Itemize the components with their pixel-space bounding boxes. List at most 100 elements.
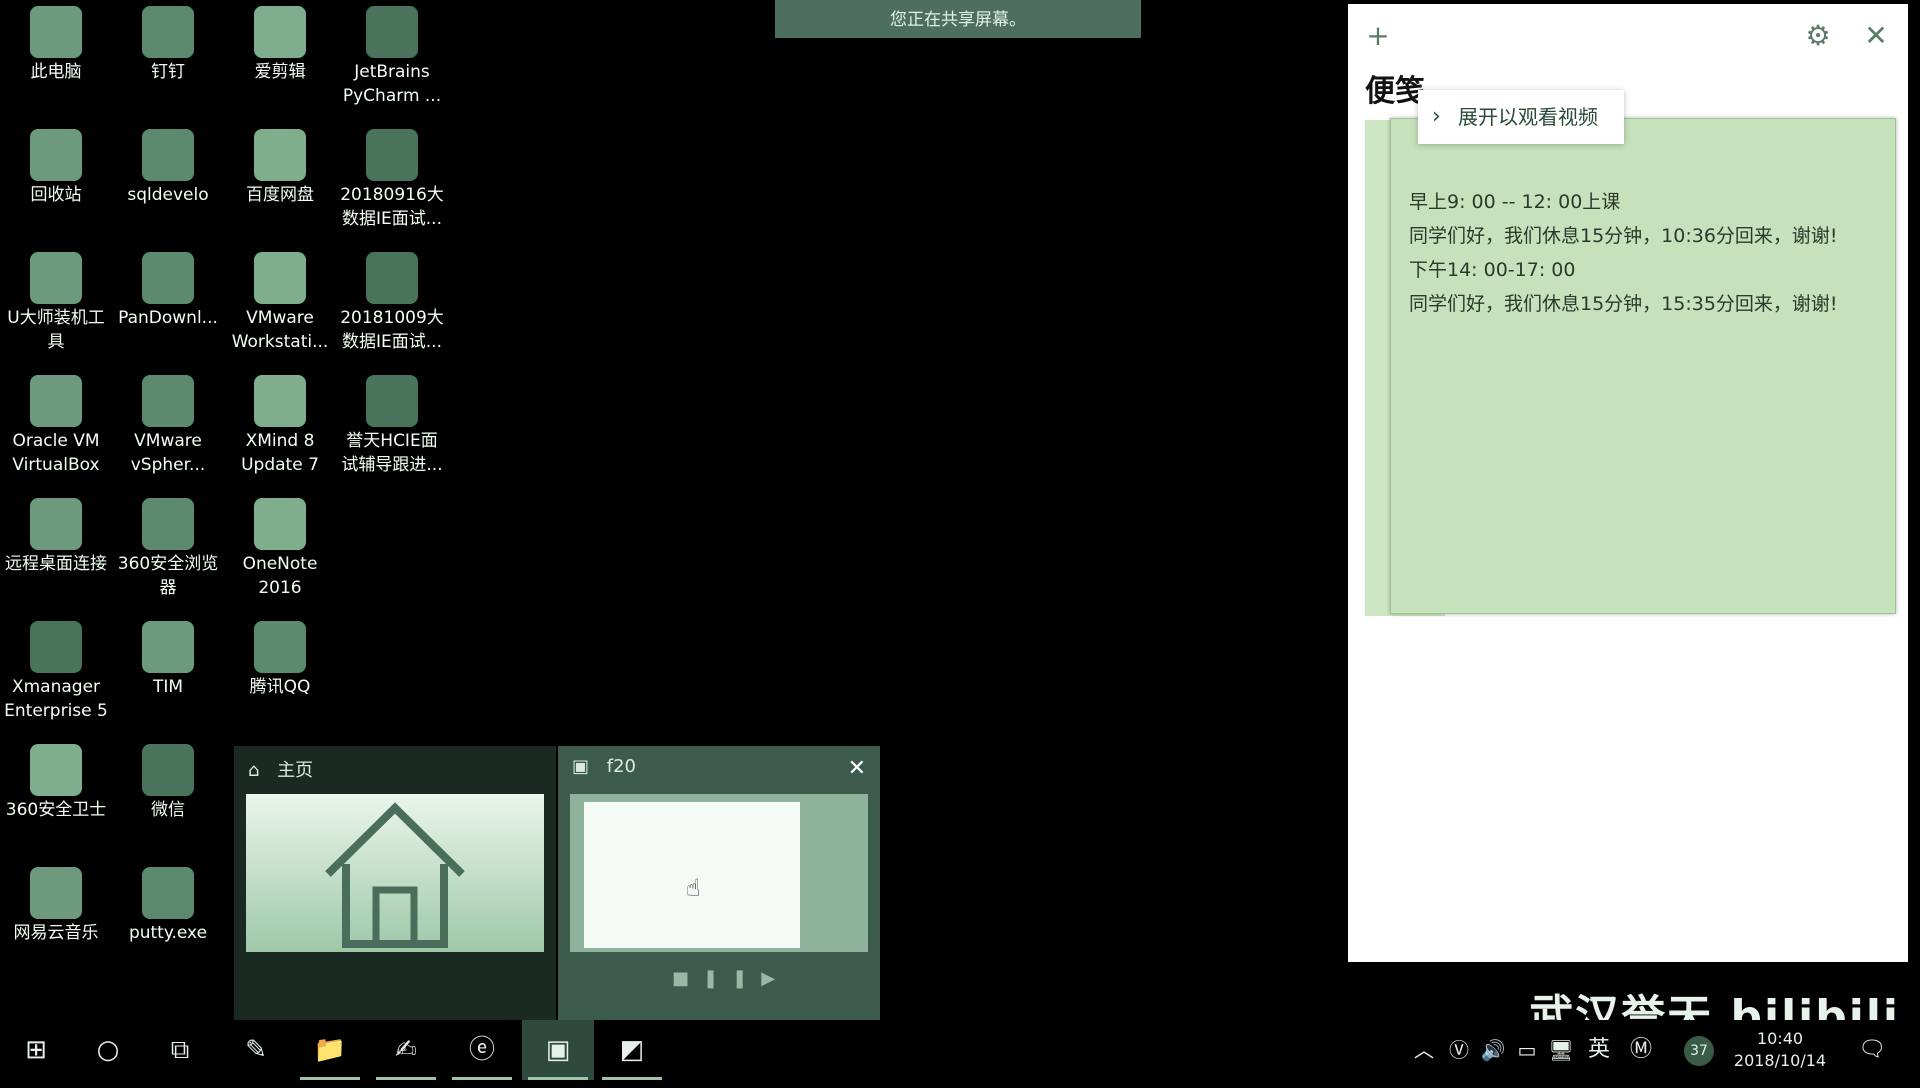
xmind-icon [254,375,306,427]
desktop-icon[interactable]: 回收站 [2,123,110,207]
notification-badge-icon[interactable]: 37 [1682,1020,1716,1080]
taskbar-app-explorer[interactable]: 📁 [294,1020,366,1080]
thumbnail-home[interactable]: ⌂ 主页 [234,746,556,1020]
close-icon[interactable]: ✕ [848,756,866,781]
task-view-button[interactable]: ⧉ [144,1020,216,1080]
gear-icon[interactable]: ⚙ [1804,22,1832,50]
f20-preview: ☝ [570,794,868,952]
desktop-icon[interactable]: 爱剪辑 [226,0,334,84]
taskbar-app-notepad[interactable]: ✍ [370,1020,442,1080]
computer-icon [30,6,82,58]
note-line: 早上9: 00 -- 12: 00上课 [1409,191,1621,213]
hand-cursor-icon: ☝ [686,874,701,902]
chevron-up-icon: ︿ [1414,1038,1434,1062]
desktop-icon[interactable]: putty.exe [114,861,222,945]
clock[interactable]: 10:40 2018/10/14 [1722,1020,1838,1088]
action-center-button[interactable]: 🗨 [1852,1020,1892,1080]
stop-icon[interactable]: ■ [672,968,703,989]
home-icon: ⌂ [248,760,260,781]
desktop-icon-label: TIM [152,677,184,697]
expand-video-tooltip[interactable]: › 展开以观看视频 [1418,90,1624,144]
baidu-netdisk-icon [254,129,306,181]
xmanager-icon [30,621,82,673]
thumbnail-f20[interactable]: ▣ f20 ✕ ☝ ■❚❚▶ [558,746,880,1020]
screen-share-banner: 您正在共享屏幕。 [775,0,1141,38]
clock-time: 10:40 [1756,1029,1804,1048]
cortana-icon: ○ [96,1035,120,1065]
media-controls[interactable]: ■❚❚▶ [672,968,789,989]
desktop-icon[interactable]: JetBrains PyCharm ... [338,0,446,108]
tray-app-icon[interactable]: Ⓥ [1444,1020,1474,1080]
pandownload-icon [142,252,194,304]
volume-icon[interactable]: 🔊 [1478,1020,1508,1080]
ijianji-icon [254,6,306,58]
feedback-icon: ✎ [245,1035,267,1065]
panel-title: 便笺 [1365,74,1425,109]
desktop-icon-label: 微信 [151,800,185,820]
desktop-icon[interactable]: 360安全卫士 [2,738,110,822]
vmware-icon: ▣ [545,1035,571,1065]
desktop-icon-label: 20180916大数据IE面试... [340,185,444,229]
pause-icon[interactable]: ❚❚ [703,968,761,989]
desktop-icon[interactable]: Xmanager Enterprise 5 [2,615,110,723]
pycharm-icon [366,6,418,58]
taskbar-app-browser[interactable]: ⓔ [446,1020,518,1080]
word-doc-icon [366,129,418,181]
desktop-icon-label: VMware vSpher... [130,431,206,475]
desktop-icon[interactable]: 腾讯QQ [226,615,334,699]
home-thumb-title-row: ⌂ 主页 [248,756,313,782]
wechat-icon [142,744,194,796]
desktop-icon[interactable]: Oracle VM VirtualBox [2,369,110,477]
desktop-icon[interactable]: PanDownl... [114,246,222,330]
desktop-icon[interactable]: OneNote 2016 [226,492,334,600]
chevron-right-icon: › [1432,104,1441,129]
onenote-icon [254,498,306,550]
desktop-icon-label: putty.exe [128,923,208,943]
desktop-icon-label: 此电脑 [30,62,82,82]
desktop-icon-label: PanDownl... [118,308,218,328]
ime-indicator[interactable]: 英 [1582,1020,1616,1080]
search-button[interactable]: ○ [72,1020,144,1080]
desktop-icon[interactable]: 网易云音乐 [2,861,110,945]
excel-doc-icon [366,375,418,427]
network-icon[interactable]: 🖥 [1546,1020,1576,1080]
app-window-icon: ▣ [572,756,590,777]
next-icon[interactable]: ▶ [761,968,789,989]
desktop-icon[interactable]: U大师装机工具 [2,246,110,354]
ime-mode-icon[interactable]: Ⓜ [1624,1020,1658,1080]
desktop-icon[interactable]: 微信 [114,738,222,822]
desktop-icon-label: Xmanager Enterprise 5 [4,677,108,721]
udashi-icon [30,252,82,304]
desktop-icon[interactable]: 誉天HCIE面试辅导跟进... [338,369,446,477]
desktop: 此电脑回收站 U大师装机工具 Oracle VM VirtualBox 远程桌面连接 X… [0,0,1920,1042]
taskbar-app-sticky-notes[interactable]: ◩ [596,1020,668,1080]
taskbar-app-vmware[interactable]: ▣ [522,1020,594,1080]
desktop-icon[interactable]: VMware vSpher... [114,369,222,477]
desktop-icon[interactable]: TIM [114,615,222,699]
battery-icon[interactable]: ▭ [1512,1020,1542,1080]
start-button[interactable]: ⊞ [0,1020,72,1080]
desktop-icon[interactable]: 远程桌面连接 [2,492,110,576]
desktop-icon[interactable]: XMind 8 Update 7 [226,369,334,477]
desktop-icon[interactable]: 20180916大数据IE面试... [338,123,446,231]
taskbar-app-feedback[interactable]: ✎ [220,1020,292,1080]
desktop-icon[interactable]: sqldevelo [114,123,222,207]
notepad-icon: ✍ [395,1035,417,1065]
vmware-icon [254,252,306,304]
add-note-icon[interactable]: + [1364,22,1392,50]
desktop-icon[interactable]: 百度网盘 [226,123,334,207]
tooltip-text: 展开以观看视频 [1458,105,1598,129]
dingtalk-icon [142,6,194,58]
desktop-icon-label: Oracle VM VirtualBox [12,431,100,475]
desktop-icon[interactable]: 此电脑 [2,0,110,84]
desktop-icon-label: 360安全卫士 [5,800,107,820]
desktop-icon-label: 百度网盘 [246,185,314,205]
badge-count: 37 [1684,1036,1714,1066]
show-hidden-icons-button[interactable]: ︿ [1410,1020,1438,1080]
desktop-icon[interactable]: VMware Workstati... [226,246,334,354]
desktop-icon[interactable]: 20181009大数据IE面试... [338,246,446,354]
close-icon[interactable]: ✕ [1862,22,1890,50]
desktop-icon[interactable]: 钉钉 [114,0,222,84]
sticky-note[interactable]: 早上9: 00 -- 12: 00上课 同学们好，我们休息15分钟，10:36分… [1390,118,1896,614]
desktop-icon[interactable]: 360安全浏览器 [114,492,222,600]
